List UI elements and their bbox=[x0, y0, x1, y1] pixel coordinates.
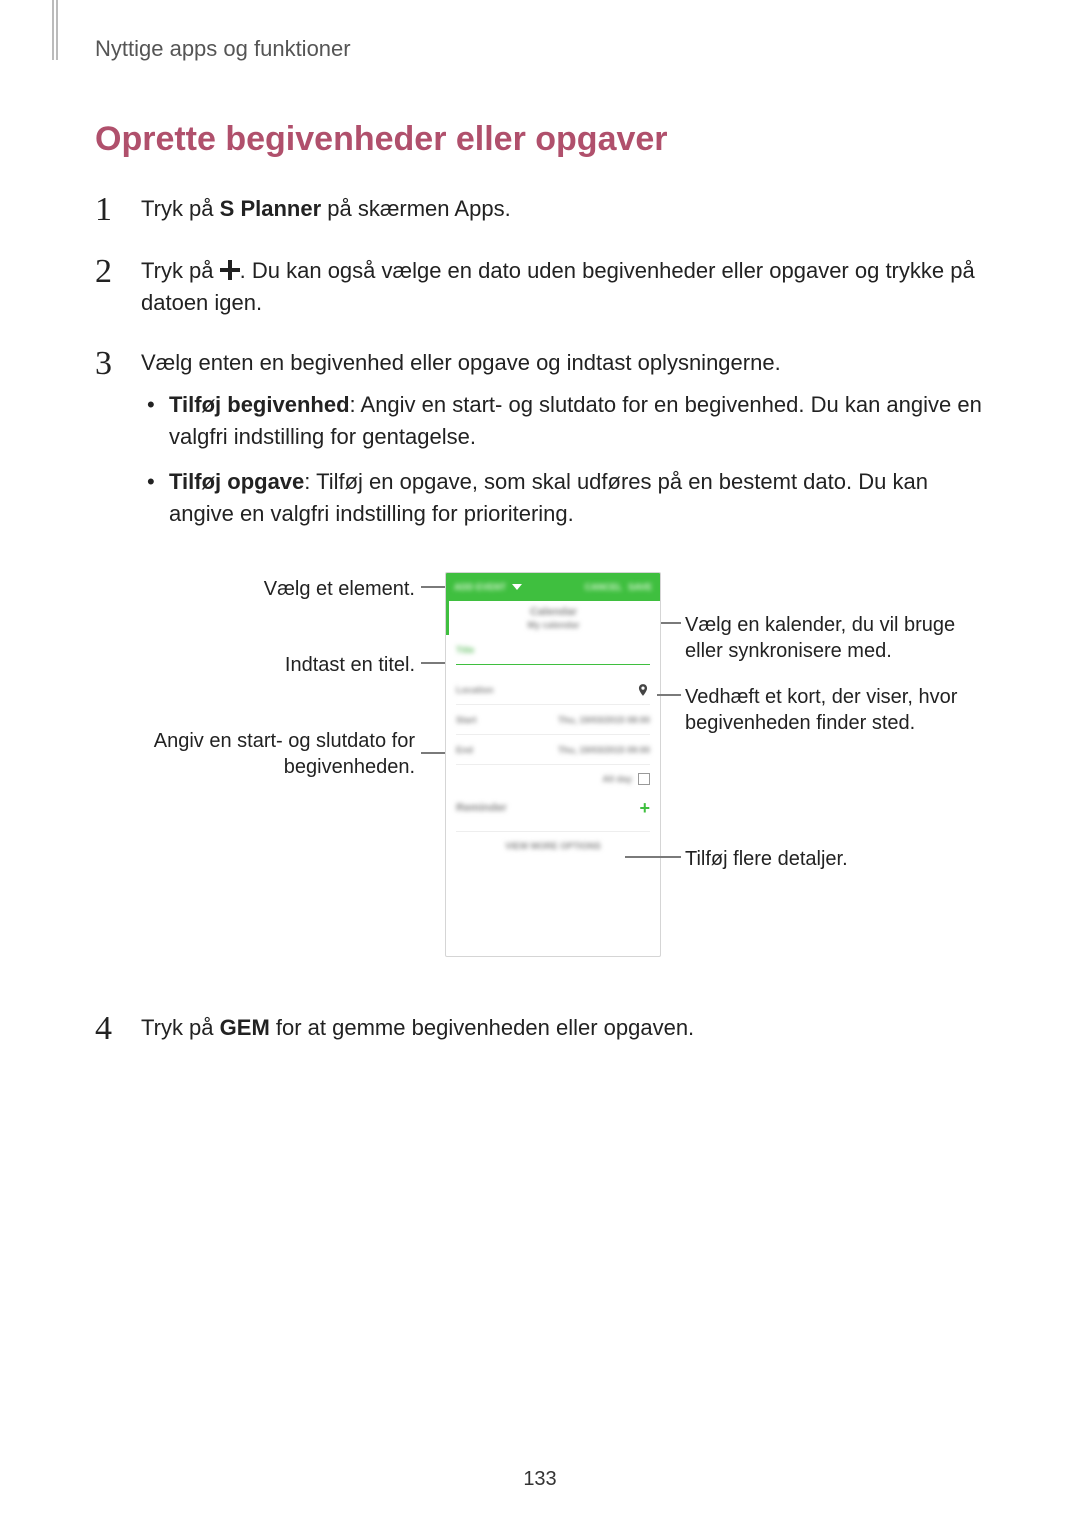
bold-text: Tilføj opgave bbox=[169, 469, 304, 494]
section-title: Oprette begivenheder eller opgaver bbox=[95, 120, 990, 159]
list-item: Tilføj opgave: Tilføj en opgave, som ska… bbox=[169, 466, 990, 530]
step-body: Tryk på S Planner på skærmen Apps. bbox=[141, 193, 990, 227]
step-4: 4 Tryk på GEM for at gemme begivenheden … bbox=[95, 1012, 990, 1046]
bold-text: GEM bbox=[220, 1015, 270, 1040]
allday-label: All day bbox=[602, 774, 632, 784]
annotated-screenshot: Vælg et element. Indtast en titel. Angiv… bbox=[125, 572, 985, 982]
step-1: 1 Tryk på S Planner på skærmen Apps. bbox=[95, 193, 990, 227]
checkbox-icon bbox=[638, 773, 650, 785]
step-2: 2 Tryk på . Du kan også vælge en dato ud… bbox=[95, 255, 990, 319]
title-label: Title bbox=[456, 645, 474, 655]
step-body: Tryk på . Du kan også vælge en dato uden… bbox=[141, 255, 990, 319]
step-number: 1 bbox=[95, 193, 123, 227]
step-number: 4 bbox=[95, 1012, 123, 1046]
callout-start-end-date: Angiv en start- og slutdato for begivenh… bbox=[125, 728, 415, 780]
leader-line bbox=[657, 694, 681, 696]
start-label: Start bbox=[456, 715, 477, 725]
end-label: End bbox=[456, 745, 473, 755]
title-row: Title bbox=[456, 635, 650, 665]
leader-line bbox=[625, 856, 681, 858]
calendar-row: Calendar My calendar bbox=[446, 601, 660, 635]
topbar: ADD EVENT CANCEL SAVE bbox=[446, 573, 660, 601]
phone-mockup: ADD EVENT CANCEL SAVE Calendar My calend… bbox=[445, 572, 661, 957]
text: på skærmen Apps. bbox=[321, 196, 511, 221]
end-row: End Thu, 19/03/2015 09:00 bbox=[456, 735, 650, 765]
more-options-row: VIEW MORE OPTIONS bbox=[456, 831, 650, 859]
step-3: 3 Vælg enten en begivenhed eller opgave … bbox=[95, 347, 990, 544]
plus-icon: + bbox=[639, 798, 650, 819]
text: Tryk på bbox=[141, 1015, 220, 1040]
step-number: 2 bbox=[95, 255, 123, 319]
reminder-label: Reminder bbox=[456, 802, 507, 814]
callout-more-details: Tilføj flere detaljer. bbox=[685, 846, 945, 872]
bold-text: S Planner bbox=[220, 196, 321, 221]
start-date: Thu, 19/03/2015 08:00 bbox=[558, 715, 650, 725]
cancel-label: CANCEL bbox=[585, 582, 623, 592]
text: . Du kan også vælge en dato uden begiven… bbox=[141, 258, 975, 315]
chevron-down-icon bbox=[512, 584, 522, 590]
calendar-label: Calendar bbox=[530, 606, 577, 618]
allday-row: All day bbox=[446, 765, 660, 793]
step-number: 3 bbox=[95, 347, 123, 544]
end-date: Thu, 19/03/2015 09:00 bbox=[558, 745, 650, 755]
location-label: Location bbox=[456, 685, 494, 695]
more-label: VIEW MORE OPTIONS bbox=[505, 841, 601, 851]
page-header: Nyttige apps og funktioner bbox=[95, 36, 990, 62]
start-row: Start Thu, 19/03/2015 08:00 bbox=[456, 705, 650, 735]
save-label: SAVE bbox=[628, 582, 652, 592]
text: Tryk på bbox=[141, 258, 220, 283]
add-event-label: ADD EVENT bbox=[454, 582, 506, 592]
map-pin-icon bbox=[636, 683, 650, 697]
account-label: My calendar bbox=[527, 620, 579, 630]
location-row: Location bbox=[456, 675, 650, 705]
page-number: 133 bbox=[0, 1468, 1080, 1491]
text: Tryk på bbox=[141, 196, 220, 221]
topbar-left: ADD EVENT bbox=[454, 582, 522, 592]
leader-line bbox=[661, 622, 681, 624]
reminder-row: Reminder + bbox=[456, 793, 650, 823]
callout-enter-title: Indtast en titel. bbox=[125, 652, 415, 678]
callout-choose-calendar: Vælg en kalender, du vil bruge eller syn… bbox=[685, 612, 985, 664]
callout-attach-map: Vedhæft et kort, der viser, hvor begiven… bbox=[685, 684, 995, 736]
leader-line bbox=[421, 752, 447, 754]
text: Vælg enten en begivenhed eller opgave og… bbox=[141, 350, 781, 375]
page-edge-decoration bbox=[52, 0, 58, 60]
topbar-right: CANCEL SAVE bbox=[585, 582, 652, 592]
page-content: Nyttige apps og funktioner Oprette begiv… bbox=[0, 0, 1080, 1046]
plus-icon bbox=[220, 260, 240, 280]
callout-select-element: Vælg et element. bbox=[125, 576, 415, 602]
bullet-list: Tilføj begivenhed: Angiv en start- og sl… bbox=[141, 389, 990, 531]
text: for at gemme begivenheden eller opgaven. bbox=[270, 1015, 694, 1040]
bold-text: Tilføj begivenhed bbox=[169, 392, 350, 417]
step-body: Tryk på GEM for at gemme begivenheden el… bbox=[141, 1012, 990, 1046]
list-item: Tilføj begivenhed: Angiv en start- og sl… bbox=[169, 389, 990, 453]
step-body: Vælg enten en begivenhed eller opgave og… bbox=[141, 347, 990, 544]
